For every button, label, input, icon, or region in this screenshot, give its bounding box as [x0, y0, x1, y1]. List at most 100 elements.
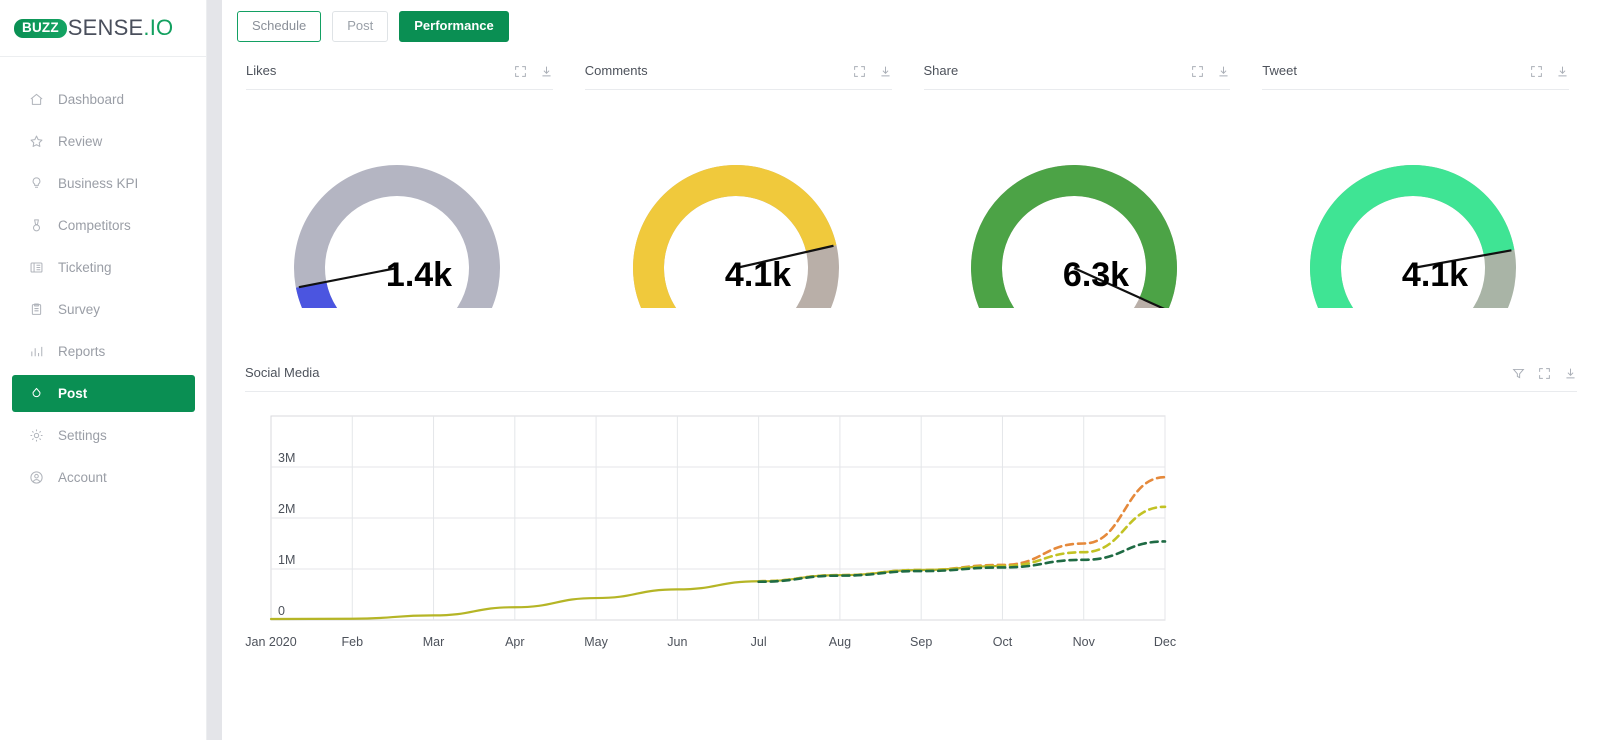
social-media-title: Social Media: [245, 365, 320, 380]
x-axis-tick-label: May: [584, 635, 608, 649]
expand-icon[interactable]: [853, 65, 866, 78]
medal-icon: [29, 218, 44, 233]
tab-post[interactable]: Post: [332, 11, 389, 42]
series-line-forecast-high: [757, 475, 1167, 583]
expand-icon[interactable]: [1538, 367, 1551, 380]
sidebar-item-label: Review: [58, 134, 103, 149]
y-axis-tick-label: 0: [278, 604, 285, 618]
gauge-share: 6.3k: [971, 165, 1178, 308]
sidebar-item-label: Post: [58, 386, 88, 401]
x-axis-tick-label: Mar: [423, 635, 445, 649]
sidebar-item-survey[interactable]: Survey: [12, 291, 195, 328]
sidebar: BUZZ SENSE .IO Dashboard Review Business K…: [0, 0, 207, 740]
sidebar-item-label: Settings: [58, 428, 107, 443]
gauge-card-share: Share 6.3k: [908, 64, 1247, 360]
gauge-tweet: 4.1k: [1310, 165, 1517, 308]
lightbulb-icon: [29, 176, 44, 191]
x-axis-tick-label: Sep: [910, 635, 932, 649]
x-axis-tick-label: Feb: [341, 635, 363, 649]
tab-performance[interactable]: Performance: [399, 11, 509, 42]
sidebar-item-label: Ticketing: [58, 260, 112, 275]
expand-icon[interactable]: [514, 65, 527, 78]
sidebar-item-label: Competitors: [58, 218, 131, 233]
download-icon[interactable]: [879, 65, 892, 78]
gauge-card-header: Comments: [584, 63, 892, 90]
gauge-body: 6.3k: [924, 90, 1231, 360]
tab-schedule[interactable]: Schedule: [237, 11, 322, 42]
x-axis-tick-label: Nov: [1073, 635, 1096, 649]
gauge-card-likes: Likes 1.4k: [230, 64, 569, 360]
gauge-body: 1.4k: [246, 90, 553, 360]
bar-chart-icon: [29, 344, 44, 359]
x-axis-tick-label: Oct: [993, 635, 1013, 649]
sidebar-item-business-kpi[interactable]: Business KPI: [12, 165, 195, 202]
sidebar-nav: Dashboard Review Business KPI Competitors Ti…: [0, 57, 206, 496]
gauge-card-comments: Comments 4.1k: [569, 64, 908, 360]
sidebar-item-label: Dashboard: [58, 92, 125, 107]
logo-suffix: .IO: [143, 15, 174, 40]
filter-icon[interactable]: [1512, 367, 1525, 380]
ticket-icon: [29, 260, 44, 275]
x-axis-tick-label: Jun: [667, 635, 687, 649]
gauge-card-row: Likes 1.4k Comments 4.1k Share 6.3k Tweet 4.1k: [222, 64, 1600, 360]
gauge-card-title: Share: [923, 63, 959, 78]
gauge-card-title: Tweet: [1262, 63, 1297, 78]
gauge-card-title: Likes: [246, 63, 277, 78]
sidebar-item-review[interactable]: Review: [12, 123, 195, 160]
sidebar-item-dashboard[interactable]: Dashboard: [12, 81, 195, 118]
gauge-body: 4.1k: [1262, 90, 1569, 360]
download-icon[interactable]: [1217, 65, 1230, 78]
download-icon[interactable]: [540, 65, 553, 78]
gauge-value: 4.1k: [1402, 256, 1468, 294]
line-chart-svg: 0 1M 2M 3M Jan 2020 Feb Mar Apr May Jun Jul Aug Sep O…: [245, 415, 1176, 649]
social-media-card: Social Media 0 1M 2M 3M Jan 2020 Feb Mar…: [222, 366, 1600, 663]
sidebar-item-label: Business KPI: [58, 176, 139, 191]
gauge-card-title: Comments: [584, 63, 648, 78]
logo[interactable]: BUZZ SENSE .IO: [0, 0, 206, 57]
social-media-card-header: Social Media: [245, 366, 1577, 392]
star-icon: [29, 134, 44, 149]
expand-icon[interactable]: [1530, 65, 1543, 78]
logo-pill: BUZZ: [14, 18, 67, 38]
sidebar-item-label: Reports: [58, 344, 106, 359]
gauge-comments: 4.1k: [632, 165, 839, 308]
app-root: BUZZ SENSE .IO Dashboard Review Business K…: [0, 0, 1600, 740]
x-axis-tick-label: Dec: [1154, 635, 1176, 649]
x-axis-tick-label: Jul: [751, 635, 767, 649]
x-axis-tick-label: Apr: [505, 635, 524, 649]
sidebar-item-ticketing[interactable]: Ticketing: [12, 249, 195, 286]
tab-bar: Schedule Post Performance: [222, 0, 1600, 42]
post-icon: [29, 386, 44, 401]
expand-icon[interactable]: [1191, 65, 1204, 78]
sidebar-item-post[interactable]: Post: [12, 375, 195, 412]
gauge-body: 4.1k: [585, 90, 892, 360]
download-icon[interactable]: [1564, 367, 1577, 380]
gauge-value: 4.1k: [725, 256, 791, 294]
account-icon: [29, 470, 44, 485]
sidebar-item-reports[interactable]: Reports: [12, 333, 195, 370]
social-media-chart: 0 1M 2M 3M Jan 2020 Feb Mar Apr May Jun Jul Aug Sep O…: [245, 392, 1577, 663]
gear-icon: [29, 428, 44, 443]
sidebar-item-label: Account: [58, 470, 107, 485]
gauge-card-header: Likes: [246, 64, 553, 90]
gauge-value: 1.4k: [386, 256, 452, 294]
gauge-card-tweet: Tweet 4.1k: [1246, 64, 1585, 360]
x-axis-tick-label: Jan 2020: [245, 635, 296, 649]
download-icon[interactable]: [1556, 65, 1569, 78]
sidebar-item-competitors[interactable]: Competitors: [12, 207, 195, 244]
series-line-actual: [269, 564, 1004, 621]
home-icon: [29, 92, 44, 107]
logo-name: SENSE: [67, 15, 144, 40]
clipboard-icon: [29, 302, 44, 317]
x-axis-tick-label: Aug: [829, 635, 851, 649]
y-axis-tick-label: 3M: [278, 451, 295, 465]
gauge-card-header: Tweet: [1262, 64, 1569, 90]
gauge-card-header: Share: [923, 63, 1231, 90]
y-axis-tick-label: 1M: [278, 553, 295, 567]
gauge-likes: 1.4k: [293, 165, 500, 308]
sidebar-item-settings[interactable]: Settings: [12, 417, 195, 454]
main-content: Schedule Post Performance Likes 1.4k Comment…: [207, 0, 1600, 740]
y-axis-tick-label: 2M: [278, 502, 295, 516]
sidebar-item-label: Survey: [58, 302, 101, 317]
sidebar-item-account[interactable]: Account: [12, 459, 195, 496]
